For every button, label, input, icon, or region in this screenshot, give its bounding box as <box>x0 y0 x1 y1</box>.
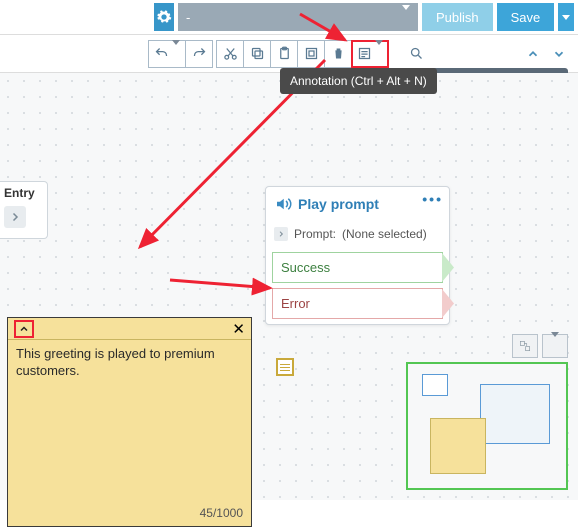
chevron-down-icon <box>402 10 410 25</box>
linked-annotation-icon[interactable] <box>276 358 294 376</box>
title-bar: - Publish Save <box>0 0 578 35</box>
settings-button[interactable] <box>154 3 174 31</box>
close-annotation-button[interactable]: ✕ <box>232 320 245 338</box>
chevron-up-icon <box>18 323 30 335</box>
minimap-entry <box>422 374 448 396</box>
highlight-arrow <box>290 10 360 50</box>
collapse-up-button[interactable] <box>522 43 544 65</box>
search-button[interactable] <box>402 40 430 68</box>
minimap[interactable] <box>406 362 568 490</box>
node-menu-button[interactable]: ••• <box>422 191 443 207</box>
minimap-tools <box>512 334 568 358</box>
chevron-down-icon <box>375 45 383 63</box>
save-options-button[interactable] <box>558 3 574 31</box>
publish-button[interactable]: Publish <box>422 3 493 31</box>
highlight-arrow <box>165 250 280 300</box>
search-icon <box>409 46 424 61</box>
minimap-note <box>430 418 486 474</box>
snap-button[interactable] <box>512 334 538 358</box>
minimap-node <box>480 384 550 444</box>
annotation-note[interactable]: ✕ This greeting is played to premium cus… <box>7 317 252 527</box>
flow-selector-label: - <box>186 10 190 25</box>
chevron-up-icon <box>526 47 540 61</box>
toolbar-right <box>522 43 570 65</box>
char-count: 45/1000 <box>200 506 243 522</box>
entry-label: Entry <box>4 186 43 200</box>
gear-icon <box>156 9 172 25</box>
entry-output[interactable] <box>4 206 26 228</box>
collapse-button[interactable] <box>14 320 34 338</box>
branch-success[interactable]: Success <box>272 252 443 283</box>
snap-icon <box>518 339 532 353</box>
annotation-header: ✕ <box>8 318 251 340</box>
prompt-value: (None selected) <box>342 227 427 241</box>
expand-down-button[interactable] <box>548 43 570 65</box>
branch-error[interactable]: Error <box>272 288 443 319</box>
annotation-text[interactable]: This greeting is played to premium custo… <box>8 340 251 526</box>
entry-block[interactable]: Entry <box>0 181 48 239</box>
chevron-down-icon <box>552 47 566 61</box>
annotation-tooltip: Annotation (Ctrl + Alt + N) <box>280 68 437 94</box>
chevron-right-icon <box>9 211 21 223</box>
minimap-toggle[interactable] <box>542 334 568 358</box>
chevron-down-icon <box>551 337 559 355</box>
save-button[interactable]: Save <box>497 3 555 31</box>
